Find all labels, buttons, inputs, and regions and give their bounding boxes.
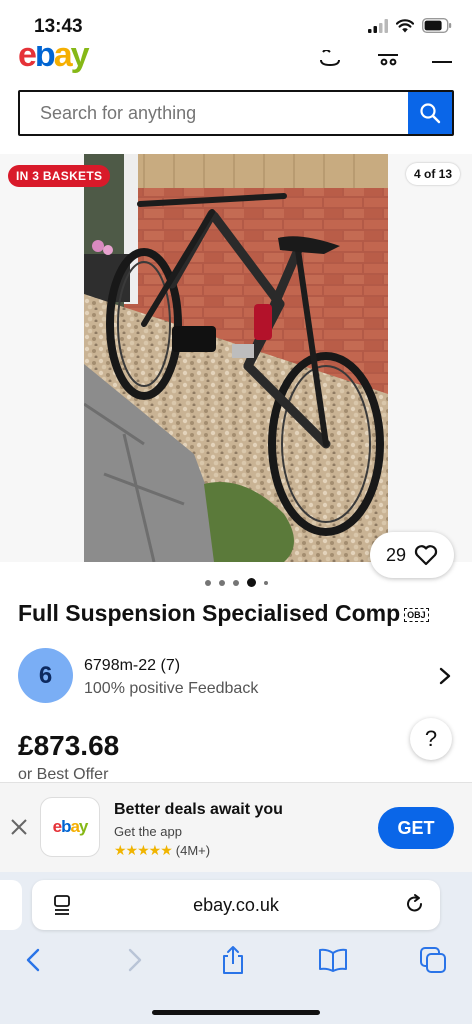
bike-photo: [84, 154, 388, 562]
carousel-dot[interactable]: [218, 579, 225, 586]
watch-button[interactable]: 29: [370, 532, 454, 578]
banner-subtitle: Get the app: [114, 824, 182, 839]
image-gallery[interactable]: IN 3 BASKETS 4 of 13: [0, 154, 472, 562]
previous-tab[interactable]: [0, 880, 22, 930]
chevron-right-icon: [439, 667, 451, 685]
search-icon: [420, 103, 441, 124]
address-bar[interactable]: ebay.co.uk: [32, 880, 440, 930]
back-button[interactable]: [18, 944, 48, 976]
rating-count: (4M+): [175, 843, 211, 858]
rating-stars: ★★★★★: [114, 842, 173, 858]
bookmarks-button[interactable]: [318, 944, 348, 976]
forward-icon: [128, 948, 142, 972]
menu-icon[interactable]: [430, 50, 454, 68]
watch-count: 29: [385, 544, 407, 565]
carousel-dot[interactable]: [204, 579, 211, 586]
status-bar: 13:43: [0, 0, 472, 52]
tabs-button[interactable]: [418, 944, 448, 976]
carousel-dot[interactable]: [263, 580, 268, 585]
wifi-icon: [396, 18, 414, 32]
browser-nav: [0, 944, 472, 980]
cart-icon[interactable]: [376, 50, 400, 68]
share-button[interactable]: [218, 944, 248, 976]
banner-rating: ★★★★★ (4M+): [114, 842, 210, 859]
search-button[interactable]: [408, 92, 452, 134]
signal-icon: [368, 18, 388, 33]
heart-icon: [414, 545, 438, 566]
share-icon: [223, 946, 243, 974]
app-banner: ebay Better deals await you Get the app …: [0, 782, 472, 872]
banner-title: Better deals await you: [114, 801, 283, 818]
status-time: 13:43: [34, 16, 83, 37]
url-text: ebay.co.uk: [193, 895, 279, 915]
listing-title: Full Suspension Specialised Comp OBJ: [18, 600, 429, 627]
safari-toolbar: ebay.co.uk: [0, 872, 472, 1024]
seller-row[interactable]: 6 6798m-22 (7) 100% positive Feedback: [18, 648, 454, 704]
reload-icon[interactable]: [404, 893, 426, 915]
carousel-dot-active[interactable]: [246, 578, 256, 587]
carousel-dot[interactable]: [232, 579, 239, 586]
page: 13:43 ebay Search for anything IN 3 BASK…: [0, 0, 472, 1024]
image-counter: 4 of 13: [405, 163, 460, 185]
ebay-app-logo: ebay: [40, 797, 100, 857]
ebay-logo[interactable]: ebay: [18, 46, 90, 75]
account-icon[interactable]: [318, 50, 342, 68]
product-photo[interactable]: [84, 154, 388, 562]
search-input[interactable]: [20, 92, 408, 134]
battery-icon: [422, 18, 452, 33]
search-bar: [18, 90, 454, 136]
close-icon[interactable]: [10, 818, 28, 836]
seller-feedback: 100% positive Feedback: [84, 680, 259, 697]
back-icon: [26, 948, 40, 972]
obj-tag: OBJ: [404, 607, 429, 622]
price: £873.68: [18, 730, 120, 761]
get-app-button[interactable]: GET: [378, 807, 454, 849]
seller-name: 6798m-22 (7): [84, 657, 181, 674]
help-button[interactable]: ?: [410, 718, 452, 760]
ebay-header: ebay: [0, 46, 472, 76]
carousel-dots: [0, 578, 472, 587]
forward-button[interactable]: [120, 944, 150, 976]
seller-avatar: 6: [18, 648, 73, 703]
home-indicator: [152, 1010, 320, 1015]
bookmarks-icon: [319, 948, 347, 972]
tabs-icon: [420, 947, 446, 973]
status-icons: [368, 18, 452, 33]
baskets-badge: IN 3 BASKETS: [8, 165, 111, 187]
